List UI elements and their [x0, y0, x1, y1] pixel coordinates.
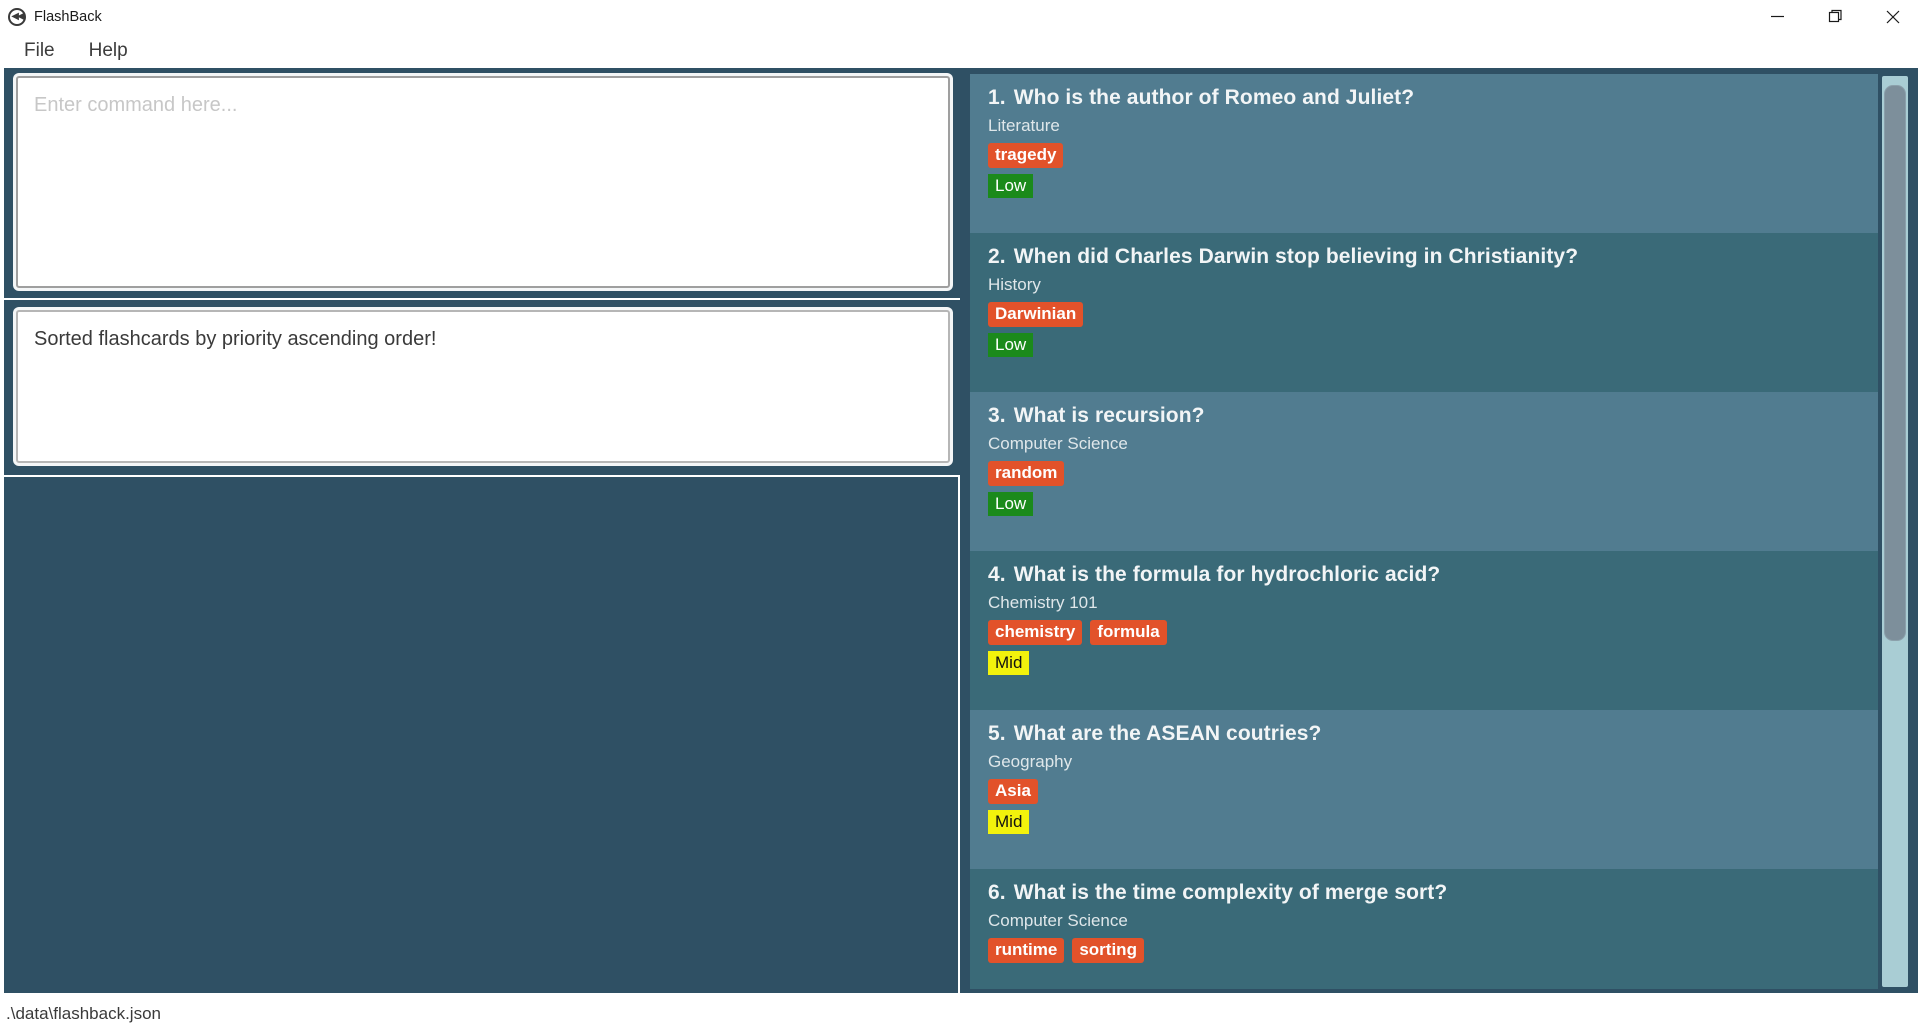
- flashcard-index: 5.: [988, 722, 1006, 745]
- flashcard-tag: tragedy: [988, 143, 1064, 168]
- minimize-button[interactable]: [1748, 0, 1806, 33]
- flashcard-question: When did Charles Darwin stop believing i…: [1013, 245, 1579, 268]
- priority-badge: Mid: [988, 650, 1030, 676]
- flashcard-subject: History: [988, 275, 1041, 294]
- flashcard-question: Who is the author of Romeo and Juliet?: [1013, 86, 1415, 109]
- status-file-path: .\data\flashback.json: [6, 1004, 161, 1023]
- maximize-button[interactable]: [1806, 0, 1864, 33]
- result-pane: [4, 300, 960, 477]
- flashcard-tag: chemistry: [988, 620, 1083, 645]
- right-panel: 1. Who is the author of Romeo and Juliet?…: [960, 66, 1920, 995]
- main-body: 1. Who is the author of Romeo and Juliet?…: [0, 66, 1922, 995]
- flashcard-list-wrapper: 1. Who is the author of Romeo and Juliet?…: [970, 74, 1912, 989]
- command-pane: [4, 68, 960, 300]
- flashcard-priority-row: Mid: [988, 650, 1878, 676]
- priority-badge: Low: [988, 491, 1034, 517]
- flashcard-question: What are the ASEAN coutries?: [1013, 722, 1322, 745]
- flashcard-title: 4. What is the formula for hydrochloric a…: [988, 563, 1878, 587]
- flashcard-tags: runtime sorting: [988, 938, 1878, 963]
- maximize-icon: [1828, 9, 1842, 23]
- flashcard-subject: Computer Science: [988, 911, 1128, 930]
- flashcard-subject: Geography: [988, 752, 1073, 771]
- close-button[interactable]: [1864, 0, 1922, 33]
- scrollbar-track[interactable]: [1882, 76, 1908, 987]
- flashcard-tag: Darwinian: [988, 302, 1084, 327]
- flashcard-tags: Asia: [988, 779, 1878, 804]
- flashcard-tags: random: [988, 461, 1878, 486]
- window-title: FlashBack: [34, 8, 102, 25]
- minimize-icon: [1770, 15, 1784, 18]
- flashcard-question: What is recursion?: [1013, 404, 1205, 427]
- application-window: ◀◀ FlashBack File Help Enter command her…: [0, 0, 1922, 1032]
- flashcard-index: 2.: [988, 245, 1006, 268]
- flashcard-tag: runtime: [988, 938, 1065, 963]
- flashcard-priority-row: Low: [988, 173, 1878, 199]
- flashcard-tag: formula: [1090, 620, 1167, 645]
- close-icon: [1886, 10, 1900, 23]
- left-panel: [2, 66, 960, 995]
- priority-badge: Low: [988, 332, 1034, 358]
- rewind-circle-icon: ◀◀: [8, 7, 26, 26]
- flashcard-item[interactable]: 1. Who is the author of Romeo and Juliet?…: [970, 74, 1878, 233]
- flashcard-tag: Asia: [988, 779, 1038, 804]
- flashcard-title: 2. When did Charles Darwin stop believing…: [988, 245, 1878, 269]
- flashcard-item[interactable]: 3. What is recursion? Computer Science ra…: [970, 392, 1878, 551]
- window-controls: [1748, 0, 1922, 33]
- flashcard-subject: Chemistry 101: [988, 593, 1098, 612]
- menu-item-file[interactable]: File: [12, 39, 67, 62]
- flashcard-tags: Darwinian: [988, 302, 1878, 327]
- flashcard-tag: sorting: [1072, 938, 1144, 963]
- flashcard-item[interactable]: 2. When did Charles Darwin stop believing…: [970, 233, 1878, 392]
- priority-badge: Low: [988, 173, 1034, 199]
- scrollbar-thumb[interactable]: [1884, 85, 1906, 641]
- command-input[interactable]: [16, 76, 950, 288]
- flashcard-subject: Computer Science: [988, 434, 1128, 453]
- result-display[interactable]: [16, 310, 950, 463]
- flashcard-priority-row: Mid: [988, 809, 1878, 835]
- flashcard-list: 1. Who is the author of Romeo and Juliet?…: [970, 74, 1878, 989]
- flashcard-list-scrollbar[interactable]: [1878, 74, 1912, 989]
- flashcard-title: 1. Who is the author of Romeo and Juliet?: [988, 86, 1878, 110]
- flashcard-item[interactable]: 5. What are the ASEAN coutries? Geography…: [970, 710, 1878, 869]
- flashcard-item[interactable]: 4. What is the formula for hydrochloric a…: [970, 551, 1878, 710]
- flashcard-tags: tragedy: [988, 143, 1878, 168]
- flashcard-item[interactable]: 6. What is the time complexity of merge s…: [970, 869, 1878, 989]
- status-bar: .\data\flashback.json: [0, 995, 1922, 1032]
- menu-item-help[interactable]: Help: [77, 39, 140, 62]
- flashcard-title: 3. What is recursion?: [988, 404, 1878, 428]
- title-bar-left: ◀◀ FlashBack: [0, 7, 102, 26]
- empty-filler-pane: [4, 477, 960, 993]
- flashcard-priority-row: Low: [988, 332, 1878, 358]
- flashcard-question: What is the time complexity of merge sor…: [1013, 881, 1448, 904]
- flashcard-tag: random: [988, 461, 1065, 486]
- flashcard-index: 6.: [988, 881, 1006, 904]
- flashcard-index: 1.: [988, 86, 1006, 109]
- title-bar: ◀◀ FlashBack: [0, 0, 1922, 34]
- flashcard-title: 6. What is the time complexity of merge s…: [988, 881, 1878, 905]
- flashcard-priority-row: Low: [988, 491, 1878, 517]
- flashcard-tags: chemistry formula: [988, 620, 1878, 645]
- flashcard-index: 4.: [988, 563, 1006, 586]
- flashcard-index: 3.: [988, 404, 1006, 427]
- menu-bar: File Help: [0, 34, 1922, 66]
- flashcard-subject: Literature: [988, 116, 1060, 135]
- priority-badge: Mid: [988, 809, 1030, 835]
- flashcard-title: 5. What are the ASEAN coutries?: [988, 722, 1878, 746]
- flashcard-question: What is the formula for hydrochloric aci…: [1013, 563, 1441, 586]
